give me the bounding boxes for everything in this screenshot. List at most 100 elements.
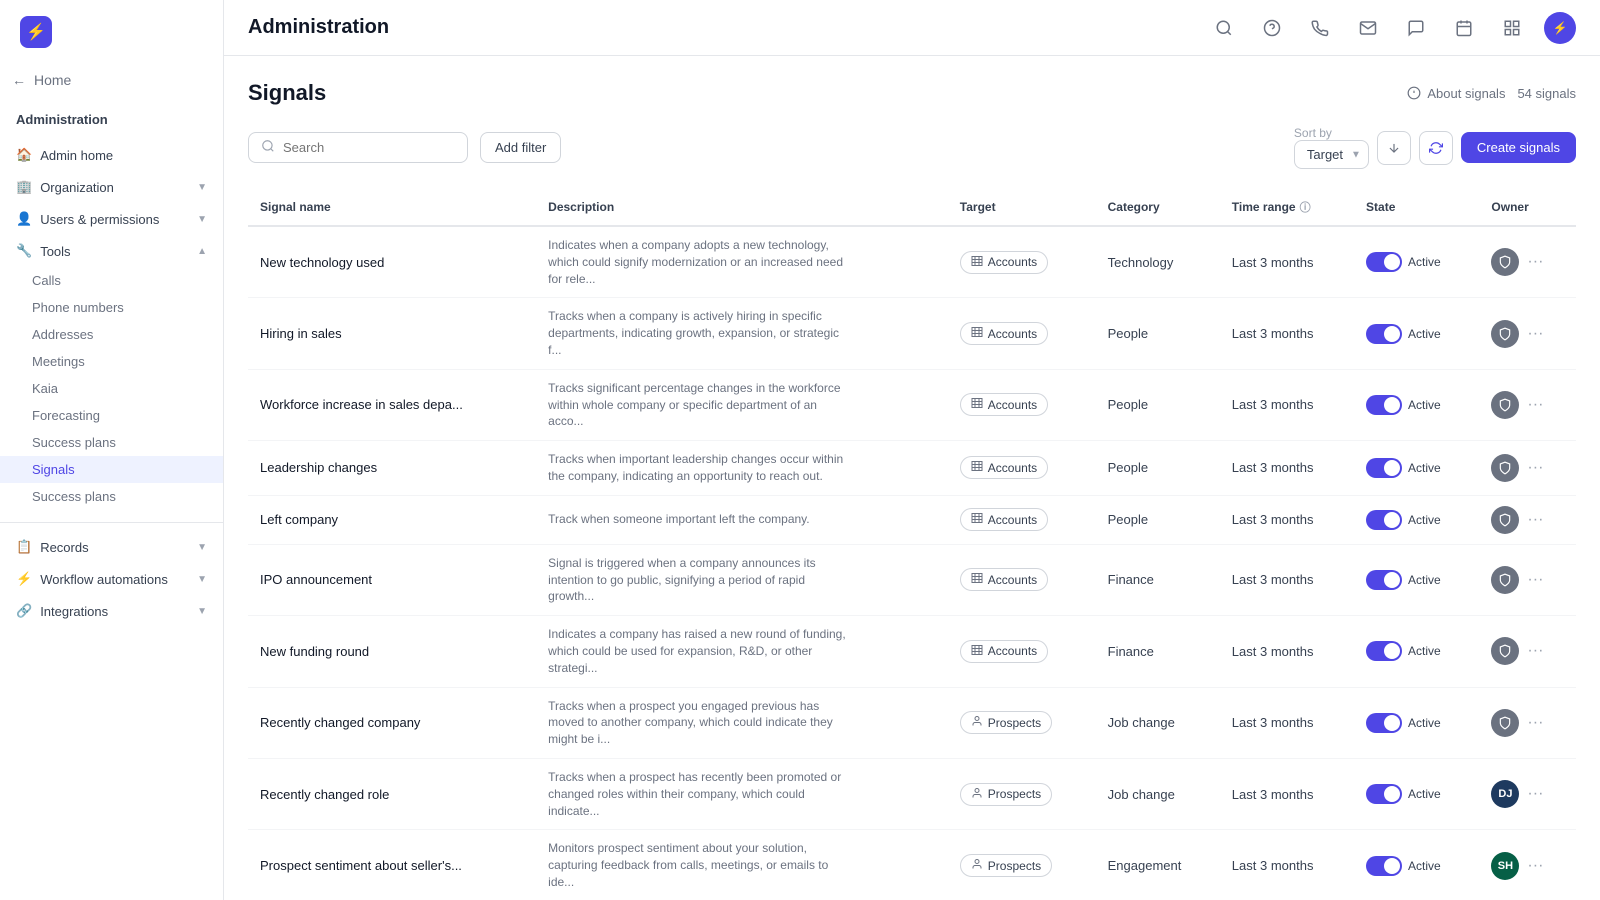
- topbar-actions: ⚡: [1208, 12, 1576, 44]
- state-toggle[interactable]: [1366, 856, 1402, 876]
- user-avatar[interactable]: ⚡: [1544, 12, 1576, 44]
- create-signals-button[interactable]: Create signals: [1461, 132, 1576, 163]
- grid-icon-btn[interactable]: [1496, 12, 1528, 44]
- more-options-button[interactable]: ···: [1527, 857, 1543, 875]
- state-label: Active: [1408, 398, 1441, 412]
- page-title: Signals: [248, 80, 326, 106]
- state-label: Active: [1408, 513, 1441, 527]
- sidebar-label-records: Records: [40, 540, 88, 555]
- more-options-button[interactable]: ···: [1527, 785, 1543, 803]
- cell-category: Job change: [1096, 687, 1220, 758]
- state-toggle[interactable]: [1366, 510, 1402, 530]
- cell-time-range: Last 3 months: [1220, 758, 1354, 829]
- state-toggle[interactable]: [1366, 252, 1402, 272]
- sidebar-item-records[interactable]: 📋 Records ▼: [0, 531, 223, 563]
- sidebar-item-workflow[interactable]: ⚡ Workflow automations ▼: [0, 563, 223, 595]
- chat-icon-btn[interactable]: [1400, 12, 1432, 44]
- workflow-icon: ⚡: [16, 571, 32, 587]
- chevron-down-icon-4: ▼: [197, 574, 207, 585]
- owner-avatar: [1491, 391, 1519, 419]
- cell-description: Tracks when a prospect has recently been…: [536, 758, 948, 829]
- cell-state: Active: [1354, 758, 1479, 829]
- sidebar-sub-addresses[interactable]: Addresses: [0, 321, 223, 348]
- sidebar-sub-kaia[interactable]: Kaia: [0, 375, 223, 402]
- th-owner: Owner: [1479, 189, 1576, 226]
- sidebar-item-users-permissions[interactable]: 👤 Users & permissions ▼: [0, 203, 223, 235]
- table-row: Recently changed company Tracks when a p…: [248, 687, 1576, 758]
- owner-avatar: [1491, 637, 1519, 665]
- sidebar-item-tools[interactable]: 🔧 Tools ▲: [0, 235, 223, 267]
- cell-target: Prospects: [948, 687, 1096, 758]
- more-options-button[interactable]: ···: [1527, 253, 1543, 271]
- sidebar-sub-success-plans[interactable]: Success plans: [0, 429, 223, 456]
- state-toggle[interactable]: [1366, 458, 1402, 478]
- chevron-up-icon: ▲: [197, 246, 207, 257]
- sidebar-sub-calls[interactable]: Calls: [0, 267, 223, 294]
- mail-icon-btn[interactable]: [1352, 12, 1384, 44]
- cell-signal-name: Leadership changes: [248, 441, 536, 496]
- sidebar-main-items: 🏠 Admin home 🏢 Organization ▼ 👤 Users & …: [0, 135, 223, 514]
- records-icon: 📋: [16, 539, 32, 555]
- cell-target: Accounts: [948, 544, 1096, 615]
- sort-direction-button[interactable]: [1377, 131, 1411, 165]
- phone-icon-btn[interactable]: [1304, 12, 1336, 44]
- sidebar-label-admin-home: Admin home: [40, 148, 113, 163]
- owner-avatar: [1491, 454, 1519, 482]
- th-state: State: [1354, 189, 1479, 226]
- table-row: Leadership changes Tracks when important…: [248, 441, 1576, 496]
- cell-category: Finance: [1096, 616, 1220, 687]
- users-icon: 👤: [16, 211, 32, 227]
- cell-time-range: Last 3 months: [1220, 495, 1354, 544]
- sidebar-sub-phone-numbers[interactable]: Phone numbers: [0, 294, 223, 321]
- sidebar-sub-success-plans-2[interactable]: Success plans: [0, 483, 223, 510]
- sidebar-sub-meetings[interactable]: Meetings: [0, 348, 223, 375]
- sidebar-item-admin-home[interactable]: 🏠 Admin home: [0, 139, 223, 171]
- cell-state: Active: [1354, 495, 1479, 544]
- table-row: Hiring in sales Tracks when a company is…: [248, 298, 1576, 369]
- target-type-icon: [971, 397, 983, 412]
- chevron-down-icon-3: ▼: [197, 542, 207, 553]
- sidebar-item-integrations[interactable]: 🔗 Integrations ▼: [0, 595, 223, 627]
- cell-state: Active: [1354, 687, 1479, 758]
- help-icon-btn[interactable]: [1256, 12, 1288, 44]
- state-toggle[interactable]: [1366, 324, 1402, 344]
- state-toggle[interactable]: [1366, 713, 1402, 733]
- state-toggle[interactable]: [1366, 784, 1402, 804]
- search-icon-btn[interactable]: [1208, 12, 1240, 44]
- arrow-left-icon: ←: [12, 72, 26, 88]
- logo-area: ⚡: [0, 0, 223, 64]
- add-filter-button[interactable]: Add filter: [480, 132, 561, 163]
- sidebar-item-organization[interactable]: 🏢 Organization ▼: [0, 171, 223, 203]
- sidebar-sub-signals[interactable]: Signals: [0, 456, 223, 483]
- cell-signal-name: Recently changed role: [248, 758, 536, 829]
- more-options-button[interactable]: ···: [1527, 511, 1543, 529]
- more-options-button[interactable]: ···: [1527, 571, 1543, 589]
- cell-owner: ···: [1479, 616, 1576, 687]
- search-input[interactable]: [283, 140, 455, 155]
- state-label: Active: [1408, 859, 1441, 873]
- sort-select[interactable]: Target: [1294, 140, 1369, 169]
- cell-description: Tracks significant percentage changes in…: [536, 369, 948, 440]
- th-signal-name: Signal name: [248, 189, 536, 226]
- state-label: Active: [1408, 255, 1441, 269]
- th-category: Category: [1096, 189, 1220, 226]
- page-heading: Administration: [248, 16, 389, 39]
- about-signals-link[interactable]: About signals: [1407, 86, 1505, 101]
- state-label: Active: [1408, 644, 1441, 658]
- sidebar-sub-forecasting[interactable]: Forecasting: [0, 402, 223, 429]
- search-box[interactable]: [248, 132, 468, 163]
- state-toggle[interactable]: [1366, 641, 1402, 661]
- more-options-button[interactable]: ···: [1527, 396, 1543, 414]
- cell-time-range: Last 3 months: [1220, 369, 1354, 440]
- more-options-button[interactable]: ···: [1527, 325, 1543, 343]
- owner-avatar: SH: [1491, 852, 1519, 880]
- cell-time-range: Last 3 months: [1220, 544, 1354, 615]
- calendar-icon-btn[interactable]: [1448, 12, 1480, 44]
- more-options-button[interactable]: ···: [1527, 642, 1543, 660]
- state-toggle[interactable]: [1366, 395, 1402, 415]
- sidebar-home-link[interactable]: ← Home: [0, 64, 223, 96]
- more-options-button[interactable]: ···: [1527, 459, 1543, 477]
- state-toggle[interactable]: [1366, 570, 1402, 590]
- refresh-button[interactable]: [1419, 131, 1453, 165]
- more-options-button[interactable]: ···: [1527, 714, 1543, 732]
